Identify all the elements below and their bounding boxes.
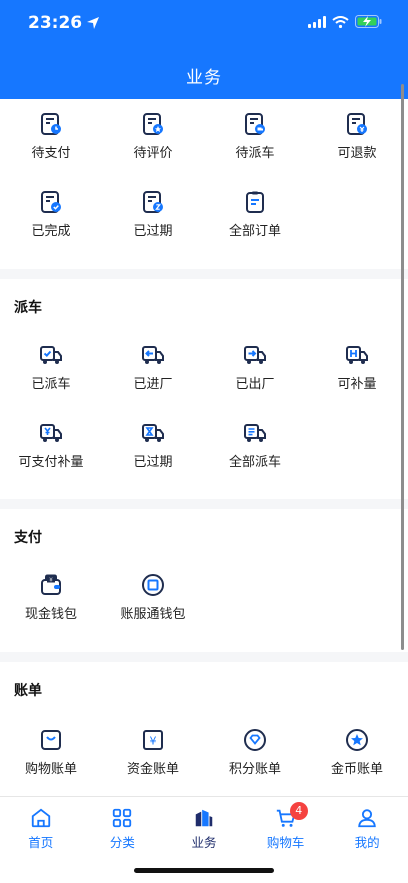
- home-icon: [31, 808, 50, 828]
- order-pending-payment-label: 待支付: [31, 146, 71, 161]
- business-icon: [195, 809, 213, 827]
- truck-expired[interactable]: 已过期: [102, 421, 204, 481]
- order-refundable[interactable]: 可退款: [306, 112, 408, 172]
- tab-cart[interactable]: 4 购物车: [245, 802, 327, 851]
- order-completed-icon: [41, 191, 61, 213]
- truck-dispatched-label: 已派车: [31, 377, 71, 392]
- cash-wallet-icon: ¥: [41, 574, 61, 595]
- tab-profile[interactable]: 我的: [326, 807, 408, 851]
- truck-dispatched-icon: [40, 346, 62, 364]
- orders-card: 待支付 待评价 待派车 可退款 已完成 已过期 全部订单: [0, 99, 408, 269]
- cash-wallet-label: 现金钱包: [24, 607, 77, 622]
- truck-all-label: 全部派车: [228, 455, 281, 470]
- shopping-bill-label: 购物账单: [24, 762, 77, 777]
- truck-supplement-icon: [346, 346, 368, 364]
- order-pending-review-label: 待评价: [133, 146, 173, 161]
- home-indicator: [134, 868, 274, 873]
- cart-badge: 4: [289, 802, 308, 820]
- order-refundable-label: 可退款: [337, 146, 377, 161]
- battery-charging-icon: [355, 15, 382, 28]
- tab-category-label: 分类: [109, 835, 135, 850]
- order-pending-dispatch-label: 待派车: [235, 146, 275, 161]
- order-pending-payment-icon: [41, 113, 61, 135]
- account-wallet[interactable]: 账服通钱包: [102, 573, 204, 633]
- tab-home-label: 首页: [28, 835, 54, 850]
- tab-home[interactable]: 首页: [0, 807, 82, 851]
- bills-card: 账单 购物账单 ¥ 资金账单 积分账单 金币账单: [0, 662, 408, 796]
- order-completed-label: 已完成: [31, 224, 71, 239]
- truck-pay-supplement-icon: [40, 424, 62, 442]
- order-pending-review[interactable]: 待评价: [102, 112, 204, 172]
- scrollbar[interactable]: [401, 84, 404, 650]
- signal-icon: [308, 15, 326, 28]
- account-wallet-label: 账服通钱包: [120, 607, 186, 622]
- order-pending-review-icon: [143, 113, 163, 135]
- coin-bill-label: 金币账单: [330, 762, 383, 777]
- all-orders[interactable]: 全部订单: [204, 190, 306, 250]
- order-refundable-icon: [347, 113, 367, 135]
- shopping-bill-icon: [41, 730, 61, 750]
- truck-entered-icon: [142, 346, 164, 364]
- all-orders-icon: [246, 191, 264, 213]
- order-expired-icon: [143, 191, 163, 213]
- truck-expired-label: 已过期: [133, 455, 173, 470]
- truck-all-icon: [244, 424, 266, 442]
- cash-wallet[interactable]: ¥ 现金钱包: [0, 573, 102, 633]
- payment-card: 支付 ¥ 现金钱包 账服通钱包: [0, 509, 408, 652]
- order-expired[interactable]: 已过期: [102, 190, 204, 250]
- coin-bill[interactable]: 金币账单: [306, 728, 408, 788]
- dispatch-section-title: 派车: [14, 300, 42, 316]
- truck-supplement[interactable]: 可补量: [306, 343, 408, 403]
- coin-bill-icon: [346, 729, 368, 751]
- svg-text:¥: ¥: [150, 735, 157, 748]
- tab-business-label: 业务: [191, 835, 217, 850]
- truck-supplement-label: 可补量: [337, 377, 377, 392]
- bills-section-title: 账单: [14, 683, 42, 699]
- order-completed[interactable]: 已完成: [0, 190, 102, 250]
- tab-cart-label: 购物车: [266, 835, 305, 850]
- fund-bill-icon: ¥: [143, 730, 163, 750]
- truck-entered-label: 已进厂: [133, 377, 173, 392]
- tab-profile-label: 我的: [354, 835, 380, 850]
- order-pending-dispatch-icon: [245, 113, 265, 135]
- fund-bill[interactable]: ¥ 资金账单: [102, 728, 204, 788]
- fund-bill-label: 资金账单: [126, 762, 179, 777]
- truck-exited-label: 已出厂: [235, 377, 275, 392]
- status-bar: 23:26: [0, 0, 408, 50]
- order-expired-label: 已过期: [133, 224, 173, 239]
- truck-all[interactable]: 全部派车: [204, 421, 306, 481]
- shopping-bill[interactable]: 购物账单: [0, 728, 102, 788]
- truck-entered[interactable]: 已进厂: [102, 343, 204, 403]
- wifi-icon: [332, 15, 349, 28]
- status-time-text: 23:26: [28, 13, 83, 33]
- account-wallet-icon: [142, 574, 164, 596]
- page-title: 业务: [186, 68, 222, 88]
- truck-dispatched[interactable]: 已派车: [0, 343, 102, 403]
- truck-pay-supplement[interactable]: 可支付补量: [0, 421, 102, 481]
- payment-section-title: 支付: [14, 530, 42, 546]
- dispatch-card: 派车 已派车 已进厂 已出厂 可补量 可支付补量 已过期 全部派车: [0, 279, 408, 499]
- order-pending-dispatch[interactable]: 待派车: [204, 112, 306, 172]
- points-bill[interactable]: 积分账单: [204, 728, 306, 788]
- truck-exited-icon: [244, 346, 266, 364]
- profile-icon: [358, 809, 376, 828]
- truck-expired-icon: [142, 424, 164, 442]
- status-time: 23:26: [28, 13, 100, 33]
- business-content[interactable]: 待支付 待评价 待派车 可退款 已完成 已过期 全部订单 派车 已派车 已进厂 …: [0, 99, 408, 796]
- tab-business[interactable]: 业务: [163, 807, 245, 851]
- app-header: 23:26 业务: [0, 0, 408, 99]
- svg-text:¥: ¥: [49, 578, 53, 584]
- location-arrow-icon: [87, 17, 100, 29]
- truck-pay-supplement-label: 可支付补量: [18, 455, 84, 470]
- points-bill-label: 积分账单: [228, 762, 281, 777]
- system-icons: [308, 15, 382, 28]
- tab-category[interactable]: 分类: [82, 807, 164, 851]
- truck-exited[interactable]: 已出厂: [204, 343, 306, 403]
- all-orders-label: 全部订单: [228, 224, 281, 239]
- points-bill-icon: [244, 729, 266, 751]
- category-icon: [113, 808, 132, 828]
- order-pending-payment[interactable]: 待支付: [0, 112, 102, 172]
